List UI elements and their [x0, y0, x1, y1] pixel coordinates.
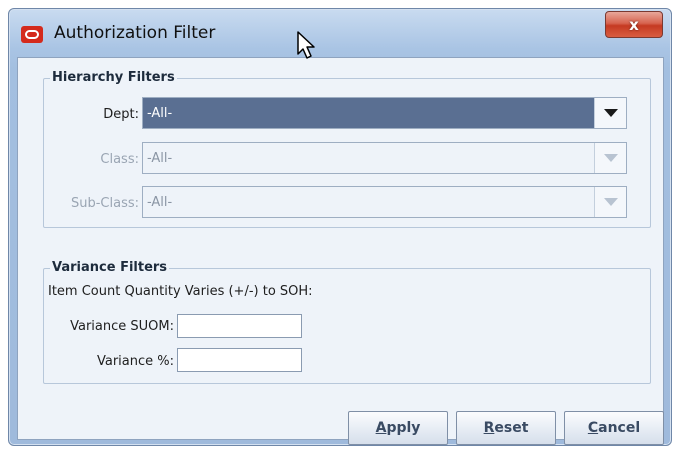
dept-label: Dept:	[103, 107, 139, 122]
variance-suom-label: Variance SUOM:	[70, 319, 174, 334]
reset-button[interactable]: Reset	[456, 411, 556, 445]
variance-filters-legend: Variance Filters	[50, 260, 170, 275]
chevron-down-icon	[603, 154, 618, 162]
subclass-label: Sub-Class:	[70, 196, 139, 211]
class-label: Class:	[100, 152, 139, 167]
close-button[interactable]: x	[605, 11, 663, 38]
cancel-label: ancel	[598, 420, 641, 436]
apply-mnemonic: A	[375, 420, 387, 436]
class-dropdown[interactable]: -All-	[142, 142, 627, 174]
apply-button[interactable]: Apply	[348, 411, 448, 445]
subclass-selected-value: -All-	[147, 194, 173, 210]
hierarchy-filters-legend: Hierarchy Filters	[50, 70, 177, 85]
variance-percent-input[interactable]	[177, 348, 302, 372]
dept-selected-value: -All-	[143, 98, 594, 128]
variance-suom-input[interactable]	[177, 314, 302, 338]
variance-description: Item Count Quantity Varies (+/-) to SOH:	[48, 284, 313, 299]
cancel-button[interactable]: Cancel	[564, 411, 664, 445]
dialog-window: Authorization Filter x Hierarchy Filters…	[8, 8, 672, 446]
cancel-mnemonic: C	[587, 420, 599, 436]
reset-mnemonic: R	[483, 420, 495, 436]
chevron-down-icon	[603, 198, 618, 206]
class-dropdown-arrow[interactable]	[594, 143, 626, 173]
oracle-app-icon	[21, 26, 43, 43]
variance-filters-group: Variance Filters Item Count Quantity Var…	[43, 260, 651, 384]
close-icon: x	[629, 15, 639, 34]
chevron-down-icon	[603, 109, 618, 117]
subclass-dropdown[interactable]: -All-	[142, 186, 627, 218]
dept-dropdown-arrow[interactable]	[594, 98, 626, 128]
mouse-pointer-icon	[297, 31, 315, 59]
reset-label: eset	[494, 420, 529, 436]
title-bar[interactable]: Authorization Filter x	[9, 9, 671, 57]
subclass-dropdown-arrow[interactable]	[594, 187, 626, 217]
hierarchy-filters-group: Hierarchy Filters Dept: -All- Class: -Al…	[43, 70, 651, 228]
variance-percent-label: Variance %:	[96, 354, 174, 369]
class-selected-value: -All-	[147, 150, 173, 166]
window-title: Authorization Filter	[54, 23, 216, 43]
dialog-content: Hierarchy Filters Dept: -All- Class: -Al…	[17, 57, 664, 445]
apply-label: pply	[386, 420, 421, 436]
dept-dropdown[interactable]: -All-	[142, 97, 627, 129]
